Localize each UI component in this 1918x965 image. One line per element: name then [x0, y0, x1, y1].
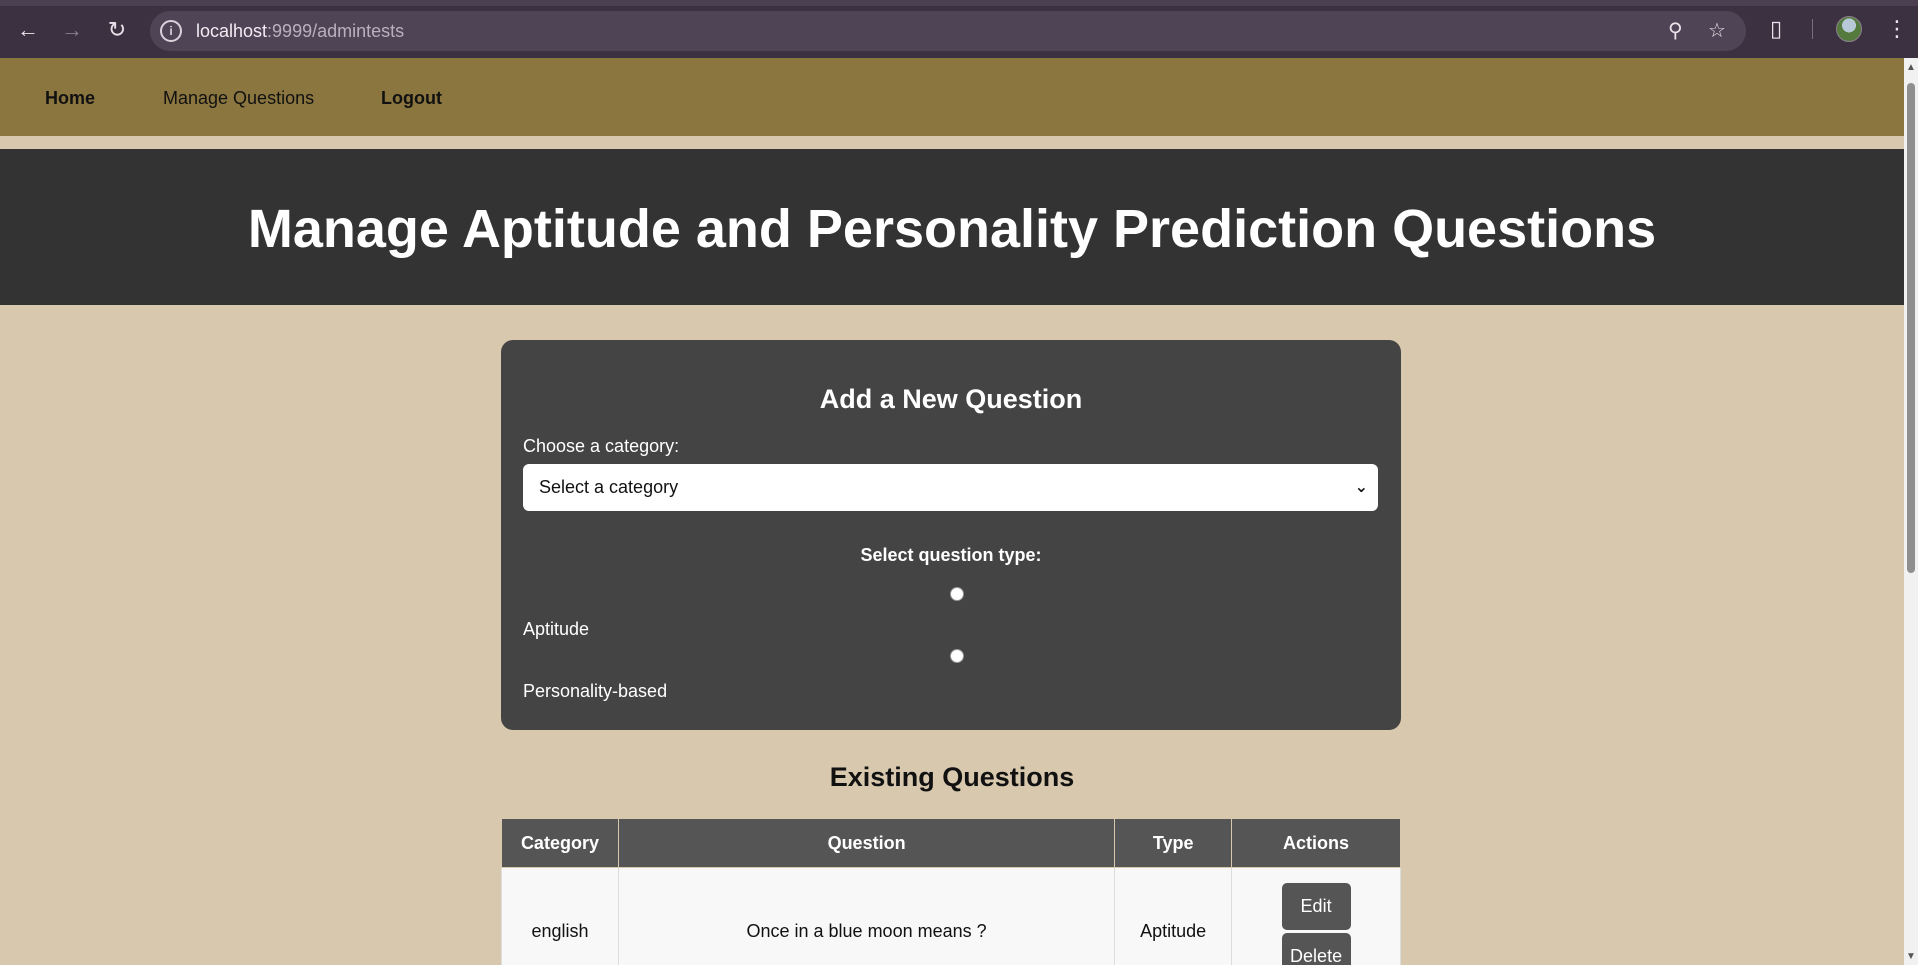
- nav-logout-link[interactable]: Logout: [381, 88, 442, 109]
- cell-question: Once in a blue moon means ?: [617, 867, 1116, 965]
- reload-icon[interactable]: ↻: [103, 16, 131, 44]
- extensions-icon[interactable]: ▯: [1770, 16, 1782, 42]
- table-header-row: Category Question Type Actions: [501, 818, 1401, 868]
- cell-category: english: [501, 867, 619, 965]
- nav-home-link[interactable]: Home: [45, 88, 95, 109]
- browser-toolbar: ← → ↻ i localhost:9999/admintests ⚲ ☆ ▯ …: [0, 0, 1918, 58]
- profile-avatar[interactable]: [1836, 16, 1862, 42]
- chevron-down-icon: ⌄: [1354, 479, 1368, 496]
- back-icon[interactable]: ←: [14, 16, 42, 44]
- radio-personality[interactable]: [950, 649, 964, 663]
- column-header-question: Question: [617, 818, 1116, 868]
- scroll-up-icon[interactable]: ▲: [1906, 62, 1916, 73]
- option-personality-label: Personality-based: [523, 681, 668, 701]
- scroll-down-icon[interactable]: ▼: [1906, 951, 1916, 962]
- page-header: Manage Aptitude and Personality Predicti…: [0, 149, 1904, 305]
- cell-actions: Edit Delete: [1231, 867, 1401, 965]
- category-select-value: Select a category: [539, 477, 679, 497]
- nav-manage-questions-link[interactable]: Manage Questions: [163, 88, 314, 109]
- url-host: localhost: [196, 21, 268, 41]
- site-navbar: Home Manage Questions Logout: [0, 58, 1904, 136]
- tab-strip: [0, 0, 1918, 6]
- form-heading: Add a New Question: [819, 384, 1083, 414]
- menu-kebab-icon[interactable]: ⋮: [1886, 16, 1908, 42]
- site-info-icon[interactable]: i: [160, 20, 182, 42]
- edit-button[interactable]: Edit: [1281, 883, 1351, 930]
- question-type-label: Select question type:: [860, 545, 1042, 565]
- page-scrollbar[interactable]: ▲ ▼: [1904, 58, 1918, 965]
- table-row: english Once in a blue moon means ? Apti…: [501, 867, 1401, 965]
- column-header-category: Category: [501, 818, 619, 868]
- column-header-type: Type: [1114, 818, 1233, 868]
- forward-icon[interactable]: →: [58, 16, 86, 44]
- existing-questions-heading: Existing Questions: [829, 762, 1075, 792]
- address-bar[interactable]: i localhost:9999/admintests ⚲ ☆: [150, 11, 1746, 51]
- category-select[interactable]: Select a category ⌄: [523, 464, 1378, 511]
- column-header-actions: Actions: [1231, 818, 1401, 868]
- category-label: Choose a category:: [523, 436, 680, 456]
- delete-button[interactable]: Delete: [1281, 933, 1351, 965]
- address-url[interactable]: localhost:9999/admintests: [196, 21, 404, 42]
- option-aptitude-label: Aptitude: [523, 619, 590, 639]
- scrollbar-thumb[interactable]: [1907, 83, 1915, 573]
- cell-type: Aptitude: [1114, 867, 1233, 965]
- toolbar-divider: [1812, 19, 1813, 39]
- page-title: Manage Aptitude and Personality Predicti…: [247, 199, 1657, 259]
- url-path: :9999/admintests: [267, 21, 405, 41]
- radio-aptitude[interactable]: [950, 587, 964, 601]
- add-question-form: Add a New Question Choose a category: Se…: [501, 340, 1401, 730]
- zoom-icon[interactable]: ⚲: [1668, 20, 1683, 42]
- questions-table: Category Question Type Actions english O…: [501, 818, 1401, 965]
- bookmark-star-icon[interactable]: ☆: [1708, 20, 1726, 42]
